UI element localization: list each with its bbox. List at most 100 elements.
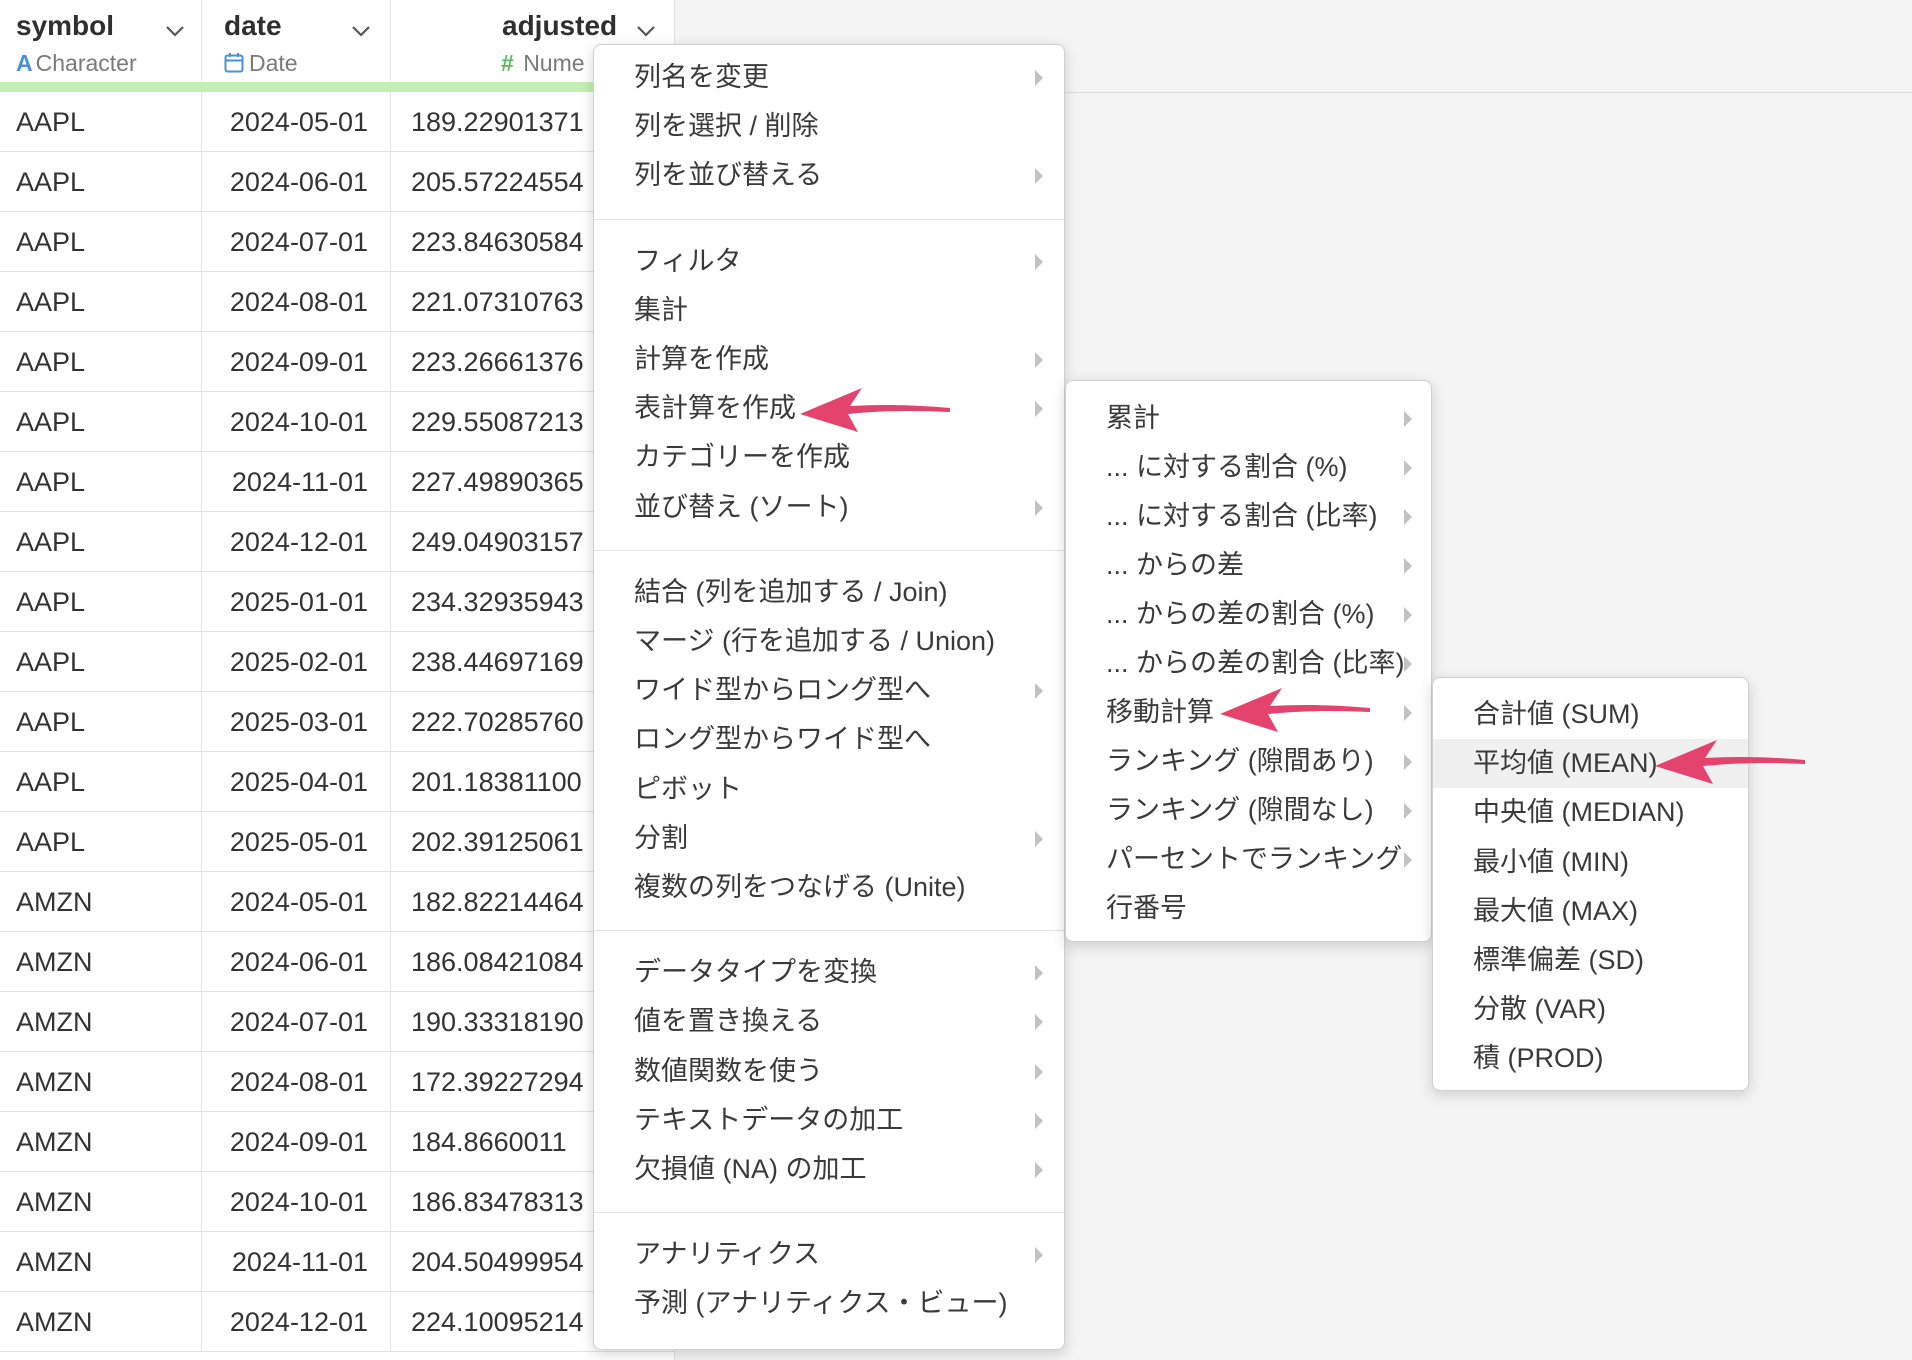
cell-date[interactable]: 2025-01-01 xyxy=(202,572,391,632)
table-row[interactable]: AMZN 2024-12-01 224.10095214 xyxy=(0,1292,674,1352)
cell-symbol[interactable]: AAPL xyxy=(0,332,202,392)
cell-symbol[interactable]: AAPL xyxy=(0,272,202,332)
submenu-item[interactable]: 合計値 (SUM) xyxy=(1433,690,1748,739)
menu-item[interactable]: データタイプを変換 xyxy=(594,948,1064,997)
cell-date[interactable]: 2024-08-01 xyxy=(202,272,391,332)
cell-symbol[interactable]: AMZN xyxy=(0,992,202,1052)
cell-symbol[interactable]: AAPL xyxy=(0,392,202,452)
menu-item[interactable]: 列を選択 / 削除 xyxy=(594,102,1064,151)
cell-symbol[interactable]: AAPL xyxy=(0,812,202,872)
cell-date[interactable]: 2025-03-01 xyxy=(202,692,391,752)
cell-symbol[interactable]: AAPL xyxy=(0,92,202,152)
cell-date[interactable]: 2024-09-01 xyxy=(202,332,391,392)
menu-item[interactable]: カテゴリーを作成 xyxy=(594,433,1064,482)
menu-item[interactable]: ピボット xyxy=(594,765,1064,814)
submenu-item[interactable]: 累計 xyxy=(1066,394,1431,443)
menu-item[interactable]: 並び替え (ソート) xyxy=(594,483,1064,532)
cell-symbol[interactable]: AMZN xyxy=(0,1232,202,1292)
chevron-down-icon[interactable] xyxy=(164,20,186,42)
table-row[interactable]: AAPL 2025-03-01 222.70285760 xyxy=(0,692,674,752)
cell-date[interactable]: 2024-08-01 xyxy=(202,1052,391,1112)
column-header-symbol[interactable]: symbol A Character xyxy=(0,0,202,82)
cell-symbol[interactable]: AAPL xyxy=(0,572,202,632)
cell-date[interactable]: 2025-04-01 xyxy=(202,752,391,812)
submenu-item[interactable]: ... からの差 xyxy=(1066,541,1431,590)
menu-item[interactable]: テキストデータの加工 xyxy=(594,1096,1064,1145)
menu-item[interactable]: 列名を変更 xyxy=(594,53,1064,102)
submenu-item[interactable]: 最大値 (MAX) xyxy=(1433,887,1748,936)
menu-item[interactable]: 数値関数を使う xyxy=(594,1047,1064,1096)
submenu-item[interactable]: 分散 (VAR) xyxy=(1433,985,1748,1034)
menu-item[interactable]: 欠損値 (NA) の加工 xyxy=(594,1145,1064,1194)
cell-symbol[interactable]: AMZN xyxy=(0,1112,202,1172)
menu-item[interactable]: ワイド型からロング型へ xyxy=(594,666,1064,715)
menu-item[interactable]: 集計 xyxy=(594,286,1064,335)
cell-date[interactable]: 2024-06-01 xyxy=(202,152,391,212)
cell-date[interactable]: 2024-10-01 xyxy=(202,1172,391,1232)
table-row[interactable]: AAPL 2024-09-01 223.26661376 xyxy=(0,332,674,392)
menu-item[interactable]: アナリティクス xyxy=(594,1230,1064,1279)
table-row[interactable]: AAPL 2024-12-01 249.04903157 xyxy=(0,512,674,572)
menu-item[interactable]: 予測 (アナリティクス・ビュー) xyxy=(594,1279,1064,1328)
cell-symbol[interactable]: AMZN xyxy=(0,872,202,932)
table-row[interactable]: AAPL 2024-06-01 205.57224554 xyxy=(0,152,674,212)
cell-date[interactable]: 2024-10-01 xyxy=(202,392,391,452)
table-row[interactable]: AAPL 2025-04-01 201.18381100 xyxy=(0,752,674,812)
cell-date[interactable]: 2024-12-01 xyxy=(202,512,391,572)
table-row[interactable]: AAPL 2025-05-01 202.39125061 xyxy=(0,812,674,872)
menu-item[interactable]: 列を並び替える xyxy=(594,151,1064,200)
submenu-item[interactable]: ... に対する割合 (比率) xyxy=(1066,492,1431,541)
cell-symbol[interactable]: AMZN xyxy=(0,1172,202,1232)
table-row[interactable]: AAPL 2024-11-01 227.49890365 xyxy=(0,452,674,512)
menu-item[interactable]: フィルタ xyxy=(594,237,1064,286)
chevron-down-icon[interactable] xyxy=(635,20,657,42)
table-row[interactable]: AAPL 2024-08-01 221.07310763 xyxy=(0,272,674,332)
chevron-down-icon[interactable] xyxy=(350,20,372,42)
column-header-date[interactable]: date Date xyxy=(202,0,391,82)
cell-date[interactable]: 2024-11-01 xyxy=(202,1232,391,1292)
submenu-item[interactable]: 中央値 (MEDIAN) xyxy=(1433,788,1748,837)
cell-symbol[interactable]: AMZN xyxy=(0,1052,202,1112)
submenu-item[interactable]: 最小値 (MIN) xyxy=(1433,838,1748,887)
cell-symbol[interactable]: AAPL xyxy=(0,212,202,272)
submenu-item[interactable]: ... からの差の割合 (比率) xyxy=(1066,639,1431,688)
submenu-item[interactable]: ... からの差の割合 (%) xyxy=(1066,590,1431,639)
submenu-item[interactable]: ... に対する割合 (%) xyxy=(1066,443,1431,492)
table-row[interactable]: AMZN 2024-07-01 190.33318190 xyxy=(0,992,674,1052)
table-row[interactable]: AMZN 2024-10-01 186.83478313 xyxy=(0,1172,674,1232)
cell-symbol[interactable]: AMZN xyxy=(0,1292,202,1352)
menu-item[interactable]: 結合 (列を追加する / Join) xyxy=(594,568,1064,617)
cell-symbol[interactable]: AAPL xyxy=(0,512,202,572)
table-row[interactable]: AAPL 2025-01-01 234.32935943 xyxy=(0,572,674,632)
cell-date[interactable]: 2024-05-01 xyxy=(202,872,391,932)
cell-symbol[interactable]: AMZN xyxy=(0,932,202,992)
submenu-item[interactable]: 標準偏差 (SD) xyxy=(1433,936,1748,985)
table-row[interactable]: AMZN 2024-08-01 172.39227294 xyxy=(0,1052,674,1112)
table-row[interactable]: AAPL 2025-02-01 238.44697169 xyxy=(0,632,674,692)
submenu-item[interactable]: 積 (PROD) xyxy=(1433,1034,1748,1083)
table-row[interactable]: AMZN 2024-09-01 184.8660011 xyxy=(0,1112,674,1172)
table-row[interactable]: AAPL 2024-10-01 229.55087213 xyxy=(0,392,674,452)
cell-date[interactable]: 2024-05-01 xyxy=(202,92,391,152)
menu-item[interactable]: 値を置き換える xyxy=(594,997,1064,1046)
menu-item[interactable]: 複数の列をつなげる (Unite) xyxy=(594,863,1064,912)
submenu-item[interactable]: ランキング (隙間あり) xyxy=(1066,737,1431,786)
cell-date[interactable]: 2024-09-01 xyxy=(202,1112,391,1172)
table-row[interactable]: AMZN 2024-11-01 204.50499954 xyxy=(0,1232,674,1292)
cell-date[interactable]: 2024-07-01 xyxy=(202,992,391,1052)
table-row[interactable]: AAPL 2024-05-01 189.22901371 xyxy=(0,92,674,152)
cell-symbol[interactable]: AAPL xyxy=(0,692,202,752)
cell-symbol[interactable]: AAPL xyxy=(0,452,202,512)
cell-date[interactable]: 2024-12-01 xyxy=(202,1292,391,1352)
menu-item[interactable]: ロング型からワイド型へ xyxy=(594,715,1064,764)
cell-date[interactable]: 2024-06-01 xyxy=(202,932,391,992)
cell-date[interactable]: 2024-11-01 xyxy=(202,452,391,512)
cell-symbol[interactable]: AAPL xyxy=(0,632,202,692)
submenu-item[interactable]: 行番号 xyxy=(1066,884,1431,933)
table-row[interactable]: AMZN 2024-05-01 182.82214464 xyxy=(0,872,674,932)
cell-date[interactable]: 2025-05-01 xyxy=(202,812,391,872)
menu-item[interactable]: 計算を作成 xyxy=(594,335,1064,384)
menu-item[interactable]: マージ (行を追加する / Union) xyxy=(594,617,1064,666)
cell-date[interactable]: 2025-02-01 xyxy=(202,632,391,692)
submenu-item[interactable]: ランキング (隙間なし) xyxy=(1066,786,1431,835)
